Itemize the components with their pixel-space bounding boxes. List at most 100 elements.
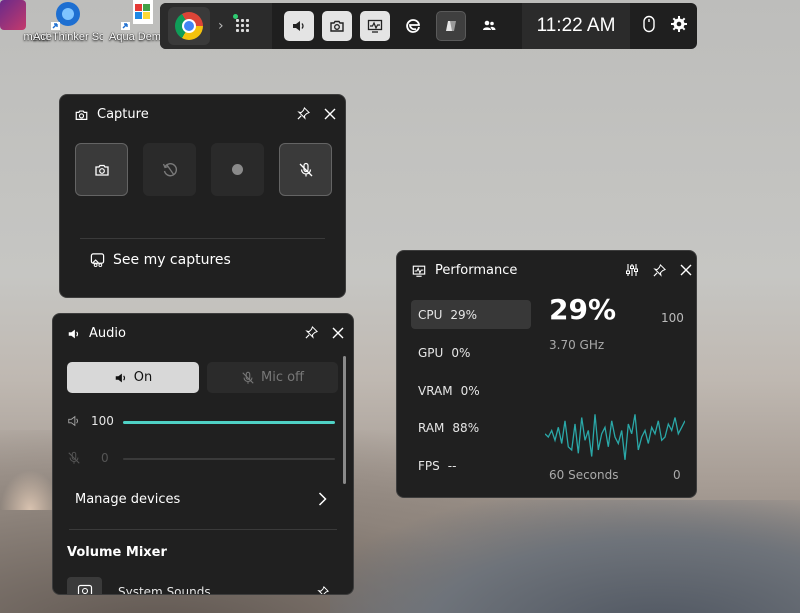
speaker-volume-row: 100: [67, 414, 114, 428]
see-my-captures-link[interactable]: See my captures: [90, 252, 231, 268]
capture-header: Capture: [74, 107, 149, 122]
speaker-volume-slider[interactable]: [123, 421, 335, 424]
game-bar-system: [642, 3, 688, 49]
close-icon[interactable]: [680, 264, 692, 276]
audio-widget: Audio On Mic off 100 0 Manage devices Vo…: [52, 313, 354, 595]
capture-divider: [80, 238, 325, 239]
speaker-icon: [293, 21, 304, 31]
desktop-wallpaper-dune-dark: [330, 500, 800, 613]
perf-item-ram[interactable]: RAM 88%: [411, 413, 531, 442]
gallery-icon: [90, 253, 105, 268]
capture-controls: [297, 107, 336, 120]
capture-title: Capture: [97, 107, 149, 122]
acethinker-icon: [51, 0, 85, 30]
audio-controls: [305, 326, 344, 339]
chrome-icon: [175, 12, 203, 40]
cpu-usage-line: [545, 414, 685, 460]
clock: 11:22 AM: [522, 3, 630, 49]
perf-min-label: 0: [673, 468, 681, 482]
perf-item-value: 88%: [452, 420, 480, 435]
manage-devices-row[interactable]: Manage devices: [53, 478, 343, 520]
perf-item-value: 0%: [460, 383, 480, 398]
performance-widget-button[interactable]: [360, 11, 390, 41]
audio-divider: [69, 529, 337, 530]
perf-clock-speed: 3.70 GHz: [549, 338, 605, 352]
record-last-30s-button[interactable]: [143, 143, 196, 196]
pin-icon[interactable]: [297, 107, 310, 120]
chevron-right-icon: [318, 492, 327, 506]
perf-item-cpu[interactable]: CPU 29%: [411, 300, 531, 329]
audio-widget-button[interactable]: [284, 11, 314, 41]
cpu-usage-graph: [545, 414, 685, 460]
system-sounds-icon: [67, 577, 102, 594]
speaker-on-button[interactable]: On: [67, 362, 199, 393]
app-icon: [0, 0, 26, 30]
people-icon: [483, 20, 496, 30]
performance-widget: Performance CPU 29% GPU 0% VRAM 0% RAM 8…: [396, 250, 697, 498]
perf-item-value: 0%: [451, 345, 471, 360]
performance-header: Performance: [411, 263, 517, 278]
manage-devices-label: Manage devices: [75, 491, 181, 507]
game-bar-widgets: [284, 3, 504, 49]
camera-icon: [330, 20, 344, 32]
audio-scrollbar[interactable]: [343, 356, 346, 484]
capture-widget: Capture See my captures: [59, 94, 346, 298]
performance-controls: [625, 263, 692, 277]
mic-volume-row: 0: [67, 451, 109, 465]
speaker-icon: [115, 373, 125, 382]
perf-item-name: RAM: [418, 420, 445, 435]
mic-off-icon: [242, 371, 254, 384]
perf-span-label: 60 Seconds: [549, 468, 619, 482]
perf-item-gpu[interactable]: GPU 0%: [411, 338, 531, 367]
edge-widget-button[interactable]: [398, 11, 428, 41]
mic-volume-slider[interactable]: [123, 458, 335, 460]
mic-off-label: Mic off: [260, 370, 305, 385]
pin-icon[interactable]: [305, 326, 318, 339]
desktop-icon-acethinker[interactable]: AceThinker Screen Gr...: [33, 0, 103, 43]
screenshot-button[interactable]: [75, 143, 128, 196]
perf-big-value: 29%: [549, 293, 617, 326]
record-last-icon: [162, 162, 177, 176]
camera-icon: [94, 164, 109, 176]
see-my-captures-label: See my captures: [113, 252, 231, 268]
perf-item-vram[interactable]: VRAM 0%: [411, 376, 531, 405]
perf-item-fps[interactable]: FPS --: [411, 451, 531, 480]
audio-header: Audio: [67, 326, 126, 341]
perf-item-value: 29%: [450, 307, 478, 322]
aqua-demo-icon: [121, 0, 155, 30]
options-sliders-icon[interactable]: [625, 263, 639, 277]
mic-off-icon: [68, 451, 80, 464]
widget-menu-icon[interactable]: [232, 14, 250, 33]
mic-toggle-button[interactable]: [279, 143, 332, 196]
speaker-on-label: On: [133, 370, 153, 385]
chevron-right-icon[interactable]: ›: [218, 18, 224, 34]
mic-off-icon: [299, 162, 312, 176]
desktop-wallpaper-highlight: [0, 470, 60, 510]
system-sounds-label: System Sounds: [118, 585, 211, 595]
mouse-icon[interactable]: [642, 15, 656, 37]
speaker-icon: [68, 329, 79, 338]
record-dot-icon: [232, 164, 243, 175]
edge-icon: [406, 19, 420, 33]
volume-mixer-heading: Volume Mixer: [67, 545, 167, 560]
xbox-social-widget-button[interactable]: [436, 11, 466, 41]
pin-icon[interactable]: [317, 586, 329, 595]
settings-gear-icon[interactable]: [670, 15, 688, 37]
mic-off-button[interactable]: Mic off: [207, 362, 338, 393]
capture-widget-button[interactable]: [322, 11, 352, 41]
perf-item-name: VRAM: [418, 383, 453, 398]
perf-item-name: FPS: [418, 458, 440, 473]
game-bar-app-section: ›: [160, 3, 272, 49]
active-app-button[interactable]: [168, 7, 210, 45]
speaker-icon: [68, 415, 78, 427]
system-sounds-row: System Sounds: [67, 577, 337, 595]
pin-icon[interactable]: [653, 263, 666, 277]
close-icon[interactable]: [324, 108, 336, 120]
perf-item-name: GPU: [418, 345, 444, 360]
close-icon[interactable]: [332, 327, 344, 339]
people-widget-button[interactable]: [474, 11, 504, 41]
start-recording-button[interactable]: [211, 143, 264, 196]
perf-item-name: CPU: [418, 307, 443, 322]
camera-icon: [75, 109, 88, 120]
performance-title: Performance: [435, 263, 518, 278]
